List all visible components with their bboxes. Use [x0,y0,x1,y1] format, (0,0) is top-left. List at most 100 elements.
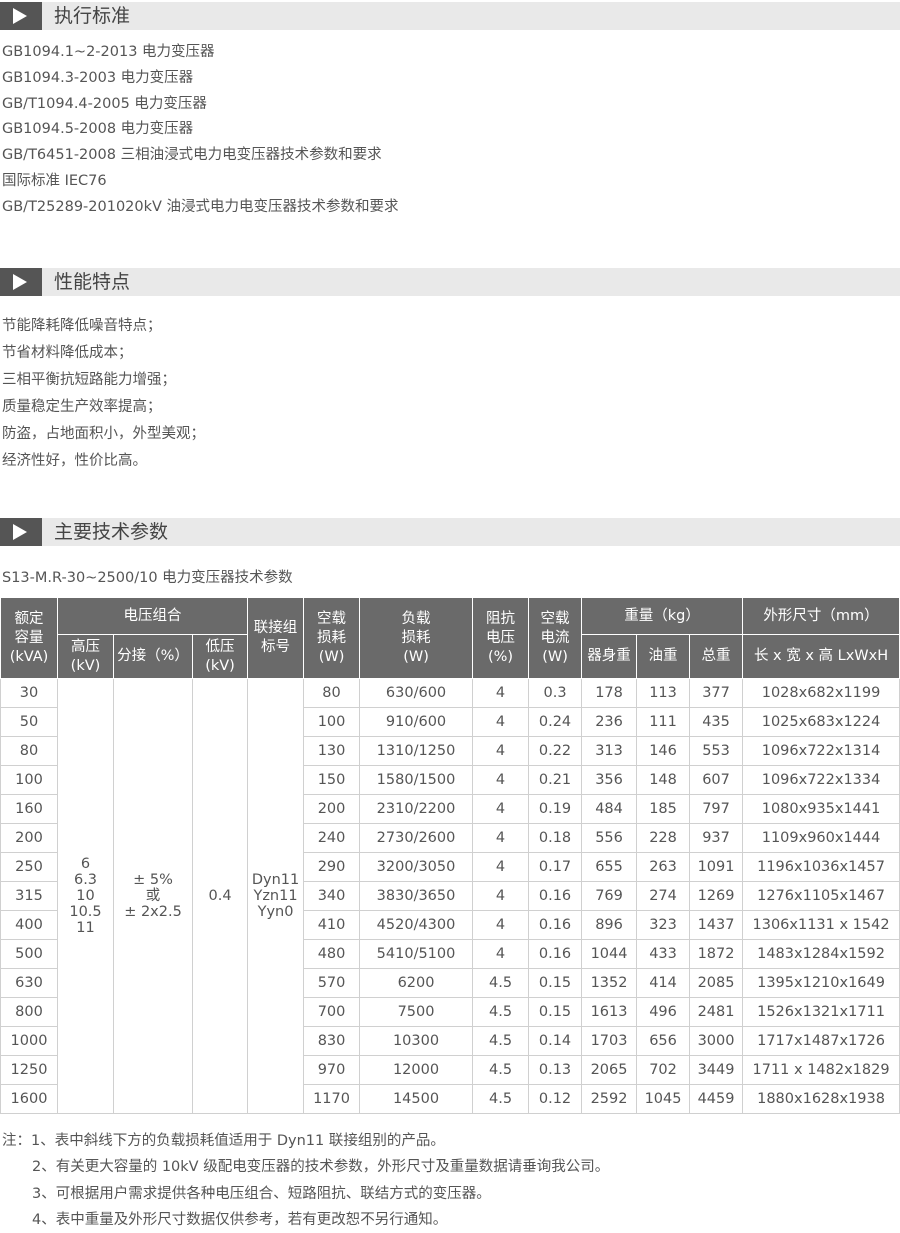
cell-no-load-loss: 150 [303,765,361,795]
cell-oil-weight: 323 [636,910,691,940]
cell-impedance: 4.5 [472,1055,530,1085]
cell-dimensions: 1080x935x1441 [742,794,900,824]
header-no-load-current: 空载 电流 (W) [528,597,583,679]
cell-oil-weight: 263 [636,852,691,882]
list-item: GB1094.1~2-2013 电力变压器 [2,44,215,60]
cell-load-loss: 2310/2200 [359,794,474,824]
cell-load-loss: 1310/1250 [359,736,474,766]
header-load-loss: 负载 损耗 (W) [359,597,474,679]
header-total-weight: 总重 [689,634,744,679]
cell-body-weight: 1352 [581,968,638,998]
section-title: 执行标准 [54,5,131,27]
list-item: GB/T1094.4-2005 电力变压器 [2,95,207,112]
cell-no-load-current: 0.18 [528,823,583,853]
section-title: 主要技术参数 [54,521,169,543]
cell-body-weight: 2065 [581,1055,638,1085]
cell-oil-weight: 146 [636,736,691,766]
cell-capacity: 160 [0,794,58,824]
cell-dimensions: 1028x682x1199 [742,678,900,708]
cell-body-weight: 655 [581,852,638,882]
cell-dimensions: 1483x1284x1592 [742,939,900,969]
cell-capacity: 1000 [0,1026,58,1056]
cell-no-load-loss: 410 [303,910,361,940]
cell-oil-weight: 274 [636,881,691,911]
cell-oil-weight: 228 [636,823,691,853]
cell-impedance: 4 [472,852,530,882]
cell-no-load-loss: 340 [303,881,361,911]
cell-oil-weight: 1045 [636,1084,691,1114]
cell-capacity: 100 [0,765,58,795]
list-item: GB1094.3-2003 电力变压器 [2,69,194,86]
list-item: 质量稳定生产效率提高； [2,399,162,415]
cell-impedance: 4.5 [472,1084,530,1114]
header-no-load-loss: 空载 损耗 (W) [303,597,361,679]
header-lv: 低压 (kV) [191,634,249,679]
cell-capacity: 315 [0,881,58,911]
list-item: GB/T6451-2008 三相油浸式电力电变压器技术参数和要求 [2,147,382,164]
cell-no-load-current: 0.16 [528,939,583,969]
cell-capacity: 50 [0,707,58,737]
header-body-weight: 器身重 [581,634,638,679]
note-item: 4、表中重量及外形尺寸数据仅供参考，若有更改恕不另行通知。 [32,1211,448,1228]
play-icon [0,268,42,296]
header-impedance: 阻抗 电压 (%) [472,597,530,679]
cell-load-loss: 3830/3650 [359,881,474,911]
cell-no-load-loss: 130 [303,736,361,766]
cell-no-load-loss: 480 [303,939,361,969]
header-hv: 高压 (kV) [57,634,114,679]
cell-dimensions: 1276x1105x1467 [742,881,900,911]
cell-load-loss: 12000 [359,1055,474,1085]
list-item: 国际标准 IEC76 [2,172,107,189]
cell-impedance: 4 [472,736,530,766]
header-dims-sub: 长 x 宽 x 高 LxWxH [742,634,900,679]
cell-no-load-loss: 830 [303,1026,361,1056]
cell-load-loss: 2730/2600 [359,823,474,853]
cell-impedance: 4 [472,881,530,911]
cell-impedance: 4 [472,823,530,853]
cell-no-load-loss: 570 [303,968,361,998]
cell-body-weight: 556 [581,823,638,853]
header-weight: 重量（kg） [581,597,744,635]
cell-body-weight: 1703 [581,1026,638,1056]
list-item: 经济性好，性价比高。 [2,453,147,469]
cell-no-load-current: 0.12 [528,1084,583,1114]
cell-no-load-current: 0.21 [528,765,583,795]
cell-no-load-current: 0.13 [528,1055,583,1085]
cell-impedance: 4.5 [472,968,530,998]
cell-load-loss: 6200 [359,968,474,998]
cell-dimensions: 1096x722x1314 [742,736,900,766]
merged-lv: 0.4 [191,678,249,1114]
cell-body-weight: 769 [581,881,638,911]
cell-load-loss: 630/600 [359,678,474,708]
cell-capacity: 1250 [0,1055,58,1085]
cell-dimensions: 1109x960x1444 [742,823,900,853]
cell-dimensions: 1196x1036x1457 [742,852,900,882]
cell-dimensions: 1025x683x1224 [742,707,900,737]
cell-total-weight: 1872 [689,939,744,969]
cell-total-weight: 937 [689,823,744,853]
cell-total-weight: 797 [689,794,744,824]
cell-body-weight: 484 [581,794,638,824]
cell-oil-weight: 656 [636,1026,691,1056]
list-item: 节能降耗降低噪音特点； [2,318,162,334]
cell-dimensions: 1880x1628x1938 [742,1084,900,1114]
cell-no-load-loss: 1170 [303,1084,361,1114]
cell-dimensions: 1306x1131 x 1542 [742,910,900,940]
cell-body-weight: 178 [581,678,638,708]
header-dimensions: 外形尺寸（mm） [742,597,900,635]
header-capacity: 额定 容量 (kVA) [0,597,58,679]
cell-capacity: 1600 [0,1084,58,1114]
cell-no-load-current: 0.19 [528,794,583,824]
cell-no-load-loss: 700 [303,997,361,1027]
note-item: 3、可根据用户需求提供各种电压组合、短路阻抗、联结方式的变压器。 [32,1185,491,1202]
spec-table: 额定 容量 (kVA) 电压组合 联接组 标号 空载 损耗 (W) 负载 损耗 … [0,597,900,1114]
table-caption: S13-M.R-30~2500/10 电力变压器技术参数 [2,570,293,586]
cell-load-loss: 10300 [359,1026,474,1056]
cell-oil-weight: 111 [636,707,691,737]
cell-impedance: 4 [472,910,530,940]
table-row: 30 6 6.3 10 10.5 11 ± 5% 或 ± 2x2.5 0.4 Dyn11 Yzn11 Y… [0,678,900,1114]
cell-no-load-loss: 80 [303,678,361,708]
cell-capacity: 250 [0,852,58,882]
cell-impedance: 4.5 [472,997,530,1027]
cell-no-load-current: 0.3 [528,678,583,708]
